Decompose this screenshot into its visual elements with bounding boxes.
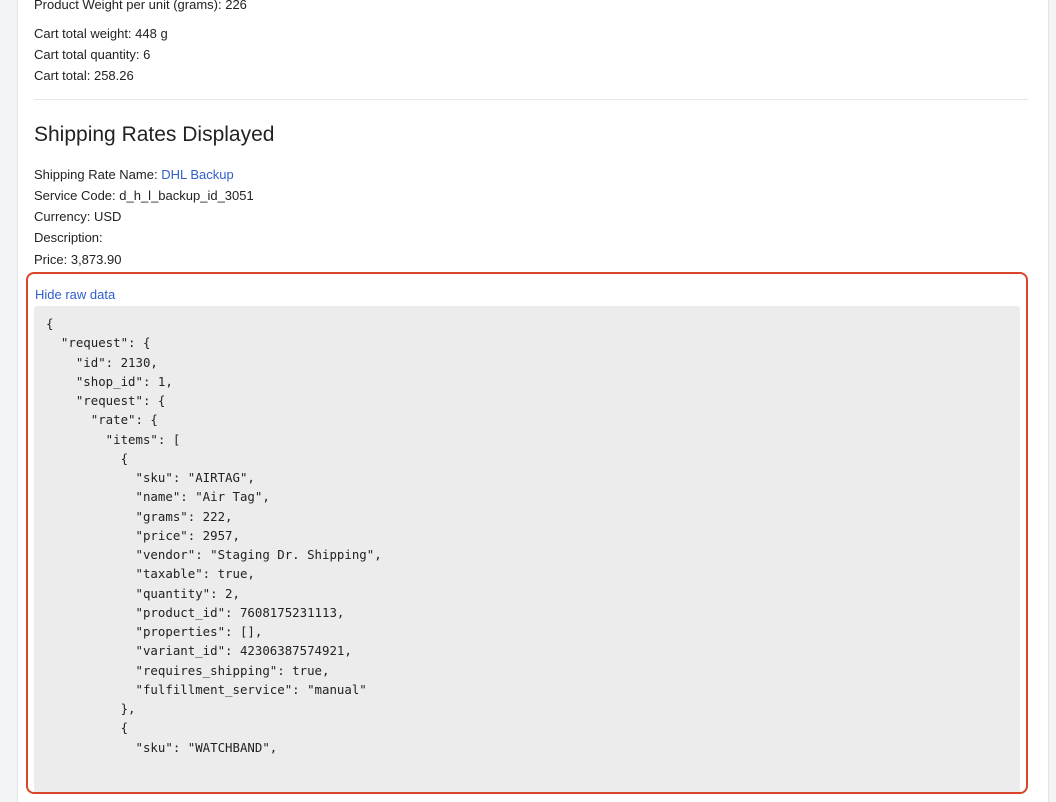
description: Description: (34, 230, 103, 245)
service-code: Service Code: d_h_l_backup_id_3051 (34, 188, 254, 203)
cart-total: Cart total: 258.26 (34, 68, 134, 83)
raw-data-panel: Hide raw data { "request": { "id": 2130,… (26, 272, 1028, 794)
currency: Currency: USD (34, 209, 122, 224)
product-weight-per-unit: Product Weight per unit (grams): 226 (34, 0, 247, 12)
hide-raw-data-link[interactable]: Hide raw data (35, 285, 115, 305)
section-divider (34, 99, 1028, 100)
cart-total-weight: Cart total weight: 448 g (34, 26, 168, 41)
cart-total-quantity: Cart total quantity: 6 (34, 47, 151, 62)
order-detail-panel: Product Weight per unit (grams): 226 Car… (17, 0, 1049, 802)
raw-data-json[interactable]: { "request": { "id": 2130, "shop_id": 1,… (34, 306, 1020, 792)
shipping-rate-name-label: Shipping Rate Name: (34, 167, 162, 182)
price: Price: 3,873.90 (34, 252, 122, 267)
shipping-rate-name-link[interactable]: DHL Backup (161, 167, 234, 182)
shipping-rate-name: Shipping Rate Name: DHL Backup (34, 164, 234, 185)
shipping-rates-title: Shipping Rates Displayed (34, 123, 275, 146)
